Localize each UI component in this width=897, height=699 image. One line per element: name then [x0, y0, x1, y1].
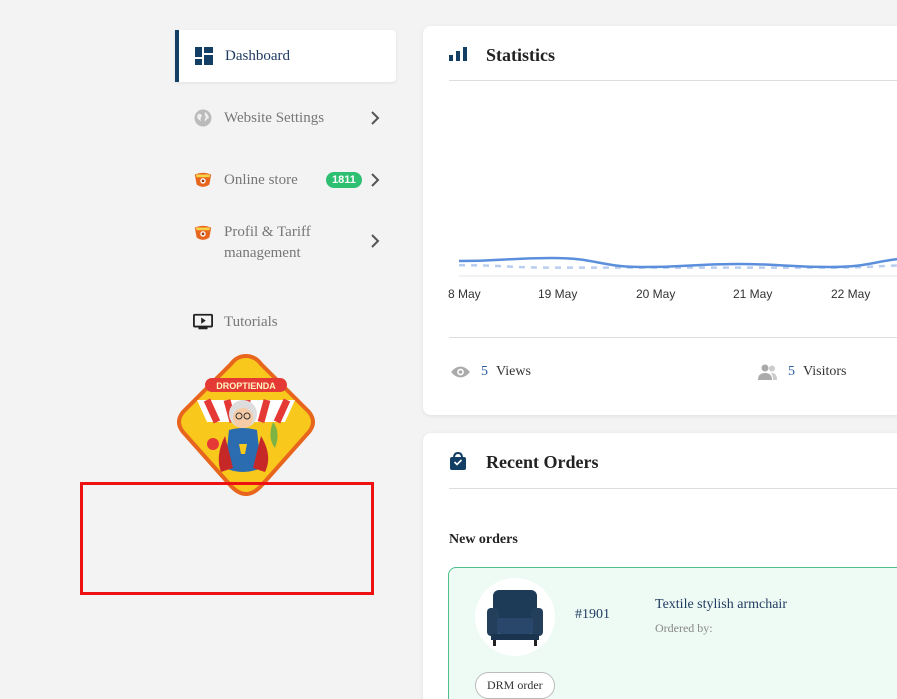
svg-text:DROPTIENDA: DROPTIENDA: [216, 381, 276, 391]
sidebar-item-label: Online store: [224, 171, 298, 188]
sidebar-item-online-store[interactable]: Online store 1811: [175, 154, 396, 206]
views-label: Views: [496, 364, 531, 379]
store-mascot-icon: [193, 223, 213, 243]
sidebar-item-label: Dashboard: [225, 47, 290, 64]
statistics-card: Statistics 8 May 19 May 20 May 21 May 22…: [423, 26, 897, 415]
chart-series-solid: [459, 256, 897, 269]
shopping-bag-icon: [449, 451, 467, 475]
x-tick-label: 22 May: [831, 287, 871, 301]
drm-order-tag: DRM order: [475, 672, 555, 699]
statistics-line-chart[interactable]: [459, 248, 897, 278]
x-tick-label: 19 May: [538, 287, 578, 301]
x-tick-label: 8 May: [448, 287, 481, 301]
chevron-right-icon: [371, 111, 380, 125]
recent-orders-card: Recent Orders New orders #1901 Textile s…: [423, 433, 897, 699]
sidebar: Dashboard Website Settings Online store …: [175, 30, 396, 348]
bar-chart-icon: [449, 47, 467, 66]
armchair-image: [475, 578, 555, 656]
eye-icon: [451, 366, 470, 378]
visitors-count: 5: [788, 364, 795, 379]
ordered-by-label: Ordered by:: [655, 621, 713, 635]
droptienda-logo: DROPTIENDA: [175, 352, 317, 498]
divider: [449, 337, 897, 338]
sidebar-item-dashboard[interactable]: Dashboard: [175, 30, 396, 82]
globe-icon: [193, 108, 213, 128]
views-count: 5: [481, 364, 488, 379]
x-tick-label: 21 May: [733, 287, 773, 301]
views-stat: 5 Views: [450, 364, 531, 380]
order-card[interactable]: #1901 Textile stylish armchair Ordered b…: [448, 567, 897, 699]
visitors-stat: 5 Visitors: [757, 364, 847, 380]
store-mascot-icon: [193, 170, 213, 190]
statistics-title: Statistics: [486, 45, 555, 65]
sidebar-item-label: Profil & Tariff management: [224, 224, 311, 261]
sidebar-item-label: Tutorials: [224, 313, 278, 330]
sidebar-item-profile-tariff[interactable]: Profil & Tariff management: [175, 214, 396, 274]
users-icon: [758, 364, 777, 380]
new-orders-heading: New orders: [449, 532, 518, 547]
divider: [449, 488, 897, 489]
sidebar-item-website-settings[interactable]: Website Settings: [175, 92, 396, 144]
highlight-box: [80, 482, 374, 595]
x-tick-label: 20 May: [636, 287, 676, 301]
recent-orders-title: Recent Orders: [486, 452, 599, 472]
chevron-right-icon: [371, 234, 380, 248]
order-count-badge: 1811: [326, 172, 362, 188]
order-id[interactable]: #1901: [575, 607, 610, 623]
sidebar-item-label: Website Settings: [224, 109, 325, 126]
visitors-label: Visitors: [803, 364, 847, 379]
dashboard-icon: [194, 46, 214, 66]
chevron-right-icon: [371, 173, 380, 187]
sidebar-item-tutorials[interactable]: Tutorials: [175, 296, 396, 348]
divider: [449, 80, 897, 81]
video-monitor-icon: [193, 312, 213, 332]
product-name[interactable]: Textile stylish armchair: [655, 597, 787, 613]
